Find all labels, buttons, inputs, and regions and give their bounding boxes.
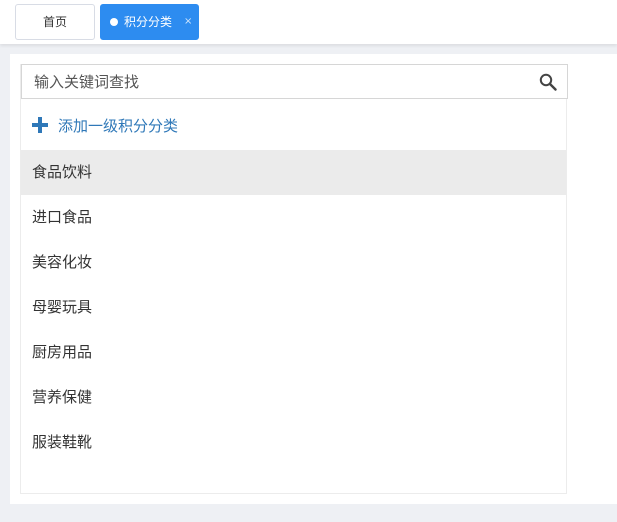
main-panel: 添加一级积分分类 食品饮料 进口食品 美容化妆 母婴玩具 厨房用品 营养保健 服… — [10, 54, 617, 504]
add-category-label: 添加一级积分分类 — [58, 116, 179, 135]
tab-bar: 首页 积分分类 × — [0, 0, 617, 44]
search-icon[interactable] — [539, 73, 557, 91]
tab-home-label: 首页 — [42, 15, 67, 29]
category-item-food-drinks[interactable]: 食品饮料 — [21, 150, 566, 195]
category-item-kitchen[interactable]: 厨房用品 — [21, 330, 566, 375]
close-icon[interactable]: × — [184, 4, 192, 40]
category-item-baby-toys[interactable]: 母婴玩具 — [21, 285, 566, 330]
category-item-imported-food[interactable]: 进口食品 — [21, 195, 566, 240]
category-item-beauty[interactable]: 美容化妆 — [21, 240, 566, 285]
tab-points-category-label: 积分分类 — [124, 15, 173, 29]
search-input[interactable] — [22, 65, 532, 98]
plus-icon — [32, 117, 48, 133]
category-item-apparel-shoes[interactable]: 服装鞋靴 — [21, 420, 566, 465]
active-dot-icon — [110, 18, 118, 26]
add-top-level-category-button[interactable]: 添加一级积分分类 — [21, 100, 568, 150]
search-box — [21, 64, 568, 99]
category-tree: 添加一级积分分类 食品饮料 进口食品 美容化妆 母婴玩具 厨房用品 营养保健 服… — [20, 64, 568, 494]
tab-points-category[interactable]: 积分分类 × — [100, 4, 199, 40]
category-list: 食品饮料 进口食品 美容化妆 母婴玩具 厨房用品 营养保健 服装鞋靴 — [21, 150, 566, 465]
category-item-health[interactable]: 营养保健 — [21, 375, 566, 420]
tab-home[interactable]: 首页 — [15, 4, 95, 40]
